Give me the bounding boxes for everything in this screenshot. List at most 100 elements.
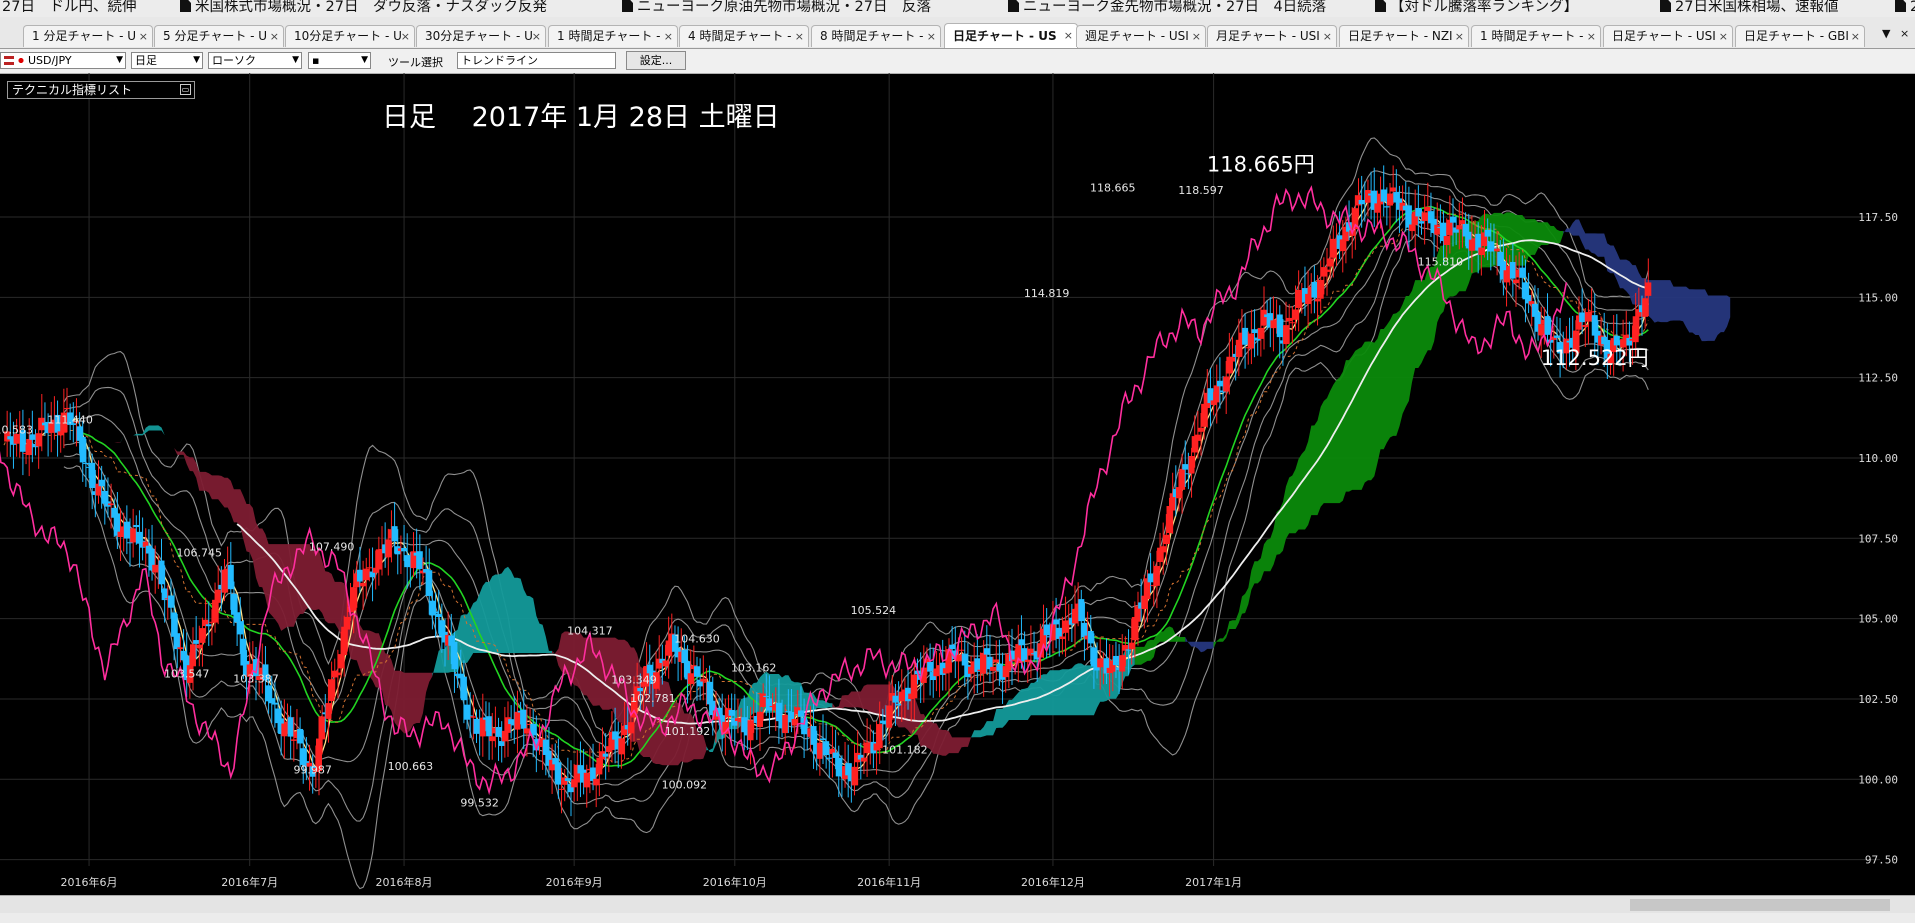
- candles-layer: [4, 165, 1652, 817]
- ticker-item[interactable]: ニューヨーク原油先物市場概況・27日 反落: [622, 0, 931, 17]
- tab-close-icon[interactable]: ×: [1455, 26, 1464, 47]
- settings-button[interactable]: 設定...: [626, 51, 686, 70]
- marker-select[interactable]: ▪ ▼: [308, 52, 371, 69]
- tab-13[interactable]: 日足チャート - USI ×: [1603, 25, 1733, 47]
- ticker-item[interactable]: 27日 ドル円、続伸: [2, 0, 136, 17]
- tab-close-icon[interactable]: ×: [1192, 26, 1201, 47]
- ticker-item[interactable]: 米国株式市場概況・27日 ダウ反落・ナスダック反発: [180, 0, 547, 17]
- indicator-list-button[interactable]: テクニカル指標リスト ▭: [7, 81, 195, 99]
- tab-1[interactable]: 1 分足チャート - U ×: [23, 25, 153, 47]
- tab-close-icon[interactable]: ×: [139, 26, 148, 47]
- price-annotation: 103.387: [233, 672, 279, 685]
- candle-body: [1434, 224, 1441, 235]
- chart-style-select[interactable]: ローソク ▼: [208, 52, 302, 69]
- news-doc-icon: [1660, 0, 1671, 12]
- tab-close-icon[interactable]: ×: [1719, 26, 1728, 47]
- status-bar: [0, 913, 1915, 923]
- candle-body: [810, 726, 817, 745]
- candle-body: [949, 644, 956, 650]
- candle-body: [1503, 270, 1510, 283]
- candle-body: [1242, 327, 1249, 345]
- candle-body: [958, 649, 965, 651]
- tab-11[interactable]: 日足チャート - NZI ×: [1339, 25, 1469, 47]
- candle-body: [268, 698, 275, 704]
- chevron-down-icon: ▼: [116, 55, 123, 65]
- candle-body: [401, 548, 408, 552]
- tab-close-icon[interactable]: ×: [401, 26, 410, 47]
- ticker-item[interactable]: 2: [1895, 0, 1915, 17]
- tab-3[interactable]: 10分足チャート - U ×: [285, 25, 415, 47]
- tab-7[interactable]: 8 時間足チャート - ×: [811, 25, 941, 47]
- y-tick-label: 110.00: [1858, 452, 1898, 465]
- tab-close-icon[interactable]: ×: [532, 26, 541, 47]
- tab-9[interactable]: 週足チャート - USI ×: [1076, 25, 1206, 47]
- candle-body: [1216, 380, 1223, 387]
- ticker-item[interactable]: ニューヨーク金先物市場概況・27日 4日続落: [1008, 0, 1326, 17]
- y-tick-label: 112.50: [1858, 372, 1898, 385]
- candle-body: [486, 716, 493, 737]
- candle-body: [832, 752, 839, 758]
- tab-5[interactable]: 1 時間足チャート - ×: [548, 25, 678, 47]
- ticker-item[interactable]: 【対ドル騰落率ランキング】: [1375, 0, 1578, 17]
- candle-body: [215, 589, 222, 603]
- tab-12[interactable]: 1 時間足チャート - ×: [1471, 25, 1601, 47]
- timeframe-select[interactable]: 日足 ▼: [131, 52, 203, 69]
- close-window-icon[interactable]: ×: [1900, 27, 1909, 40]
- candle-body: [700, 678, 707, 682]
- tab-close-icon[interactable]: ×: [1323, 26, 1332, 47]
- tab-4[interactable]: 30分足チャート - U ×: [416, 25, 546, 47]
- ticker-text: 米国株式市場概況・27日 ダウ反落・ナスダック反発: [195, 0, 547, 15]
- candle-body: [1292, 309, 1299, 320]
- candle-body: [391, 526, 398, 542]
- x-tick-label: 2016年8月: [376, 875, 433, 889]
- tab-14[interactable]: 日足チャート - GBI ×: [1735, 25, 1865, 47]
- candle-body: [174, 633, 181, 650]
- tab-close-icon[interactable]: ×: [1064, 24, 1073, 48]
- news-doc-icon: [1008, 0, 1019, 12]
- candle-body: [1613, 335, 1620, 346]
- ticker-item[interactable]: 27日米国株相場、速報値: [1660, 0, 1838, 17]
- tab-dropdown-icon[interactable]: ▼: [1882, 27, 1890, 40]
- ichimoku-cloud: [114, 442, 121, 443]
- bollinger-upper-1: [63, 191, 1649, 761]
- tool-field[interactable]: トレンドライン: [457, 52, 616, 69]
- candle-body: [1645, 282, 1652, 296]
- tab-close-icon[interactable]: ×: [927, 26, 936, 47]
- x-tick-label: 2016年10月: [703, 875, 767, 889]
- price-annotation: 103.547: [164, 667, 210, 680]
- candle-body: [479, 717, 486, 737]
- candle-body: [1468, 239, 1475, 251]
- tab-close-icon[interactable]: ×: [1851, 26, 1860, 47]
- tab-close-icon[interactable]: ×: [1587, 26, 1596, 47]
- candle-body: [1283, 325, 1290, 345]
- tab-6[interactable]: 4 時間足チャート - ×: [679, 25, 809, 47]
- price-chart[interactable]: 117.50 115.00 112.50 110.00 107.50 105.00 102.…: [0, 73, 1915, 895]
- candle-body: [1163, 534, 1170, 545]
- tab-label: 日足チャート - US: [953, 29, 1057, 43]
- tab-close-icon[interactable]: ×: [664, 26, 673, 47]
- price-annotation: 99.532: [460, 796, 499, 809]
- tab-close-icon[interactable]: ×: [270, 26, 279, 47]
- symbol-value: USD/JPY: [28, 54, 72, 67]
- candle-body: [1286, 317, 1293, 322]
- minimize-icon[interactable]: ▭: [180, 84, 191, 95]
- candle-body: [1087, 630, 1094, 644]
- price-annotation: 114.819: [1024, 287, 1070, 300]
- scrollbar-thumb[interactable]: [1630, 899, 1890, 911]
- candle-body: [271, 702, 278, 705]
- symbol-select[interactable]: USD/JPY ▼: [0, 52, 126, 69]
- price-annotation: 105.524: [851, 604, 897, 617]
- candle-body: [1415, 207, 1422, 217]
- tab-2[interactable]: 5 分足チャート - U ×: [154, 25, 284, 47]
- chart-area[interactable]: 117.50 115.00 112.50 110.00 107.50 105.00 102.…: [0, 73, 1915, 895]
- candle-body: [1053, 619, 1060, 625]
- candle-body: [895, 703, 902, 706]
- ichimoku-cloud: [1185, 637, 1214, 653]
- tab-close-icon[interactable]: ×: [795, 26, 804, 47]
- tab-10[interactable]: 月足チャート - USI ×: [1207, 25, 1337, 47]
- candle-body: [489, 736, 496, 742]
- candle-body: [366, 567, 373, 569]
- candle-body: [637, 687, 644, 692]
- tab-8[interactable]: 日足チャート - US ×: [944, 23, 1078, 48]
- horizontal-scrollbar[interactable]: [0, 895, 1915, 914]
